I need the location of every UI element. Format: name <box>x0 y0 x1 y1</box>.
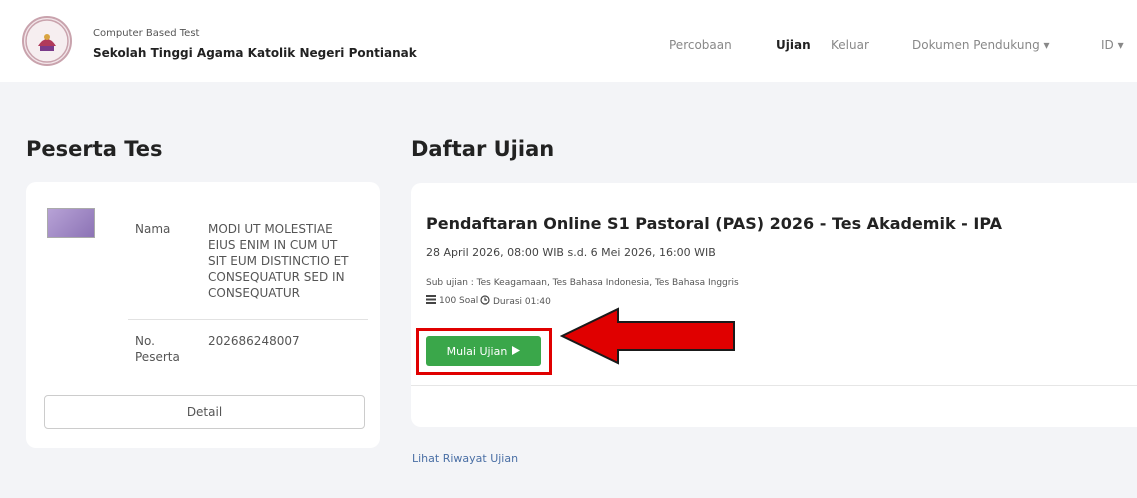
name-label: Nama <box>135 222 171 236</box>
name-line-4: CONSEQUATUR SED IN <box>208 270 345 284</box>
brand-title: Sekolah Tinggi Agama Katolik Negeri Pont… <box>93 46 417 60</box>
start-exam-label: Mulai Ujian <box>446 344 508 358</box>
nav-keluar[interactable]: Keluar <box>831 38 869 52</box>
question-count-text: 100 Soal <box>439 296 479 306</box>
participant-number-value: 202686248007 <box>208 334 300 348</box>
participant-divider <box>128 319 368 320</box>
name-line-1: MODI UT MOLESTIAE <box>208 222 333 236</box>
nav-language-dropdown[interactable]: ID ▾ <box>1101 38 1124 52</box>
question-count: 100 Soal <box>426 295 478 307</box>
duration-text: Durasi 01:40 <box>493 296 551 307</box>
exam-title: Pendaftaran Online S1 Pastoral (PAS) 202… <box>426 214 1002 233</box>
clock-icon <box>480 295 490 308</box>
play-icon <box>512 345 521 358</box>
participant-heading: Peserta Tes <box>26 137 163 161</box>
participant-number-label-2: Peserta <box>135 350 180 364</box>
name-line-2: EIUS ENIM IN CUM UT <box>208 238 338 252</box>
nav-percobaan[interactable]: Percobaan <box>669 38 732 52</box>
participant-number-label-1: No. <box>135 334 155 348</box>
nav-ujian[interactable]: Ujian <box>776 38 811 52</box>
institution-logo[interactable] <box>22 16 72 66</box>
exam-card-divider <box>411 385 1137 386</box>
list-icon <box>426 295 436 307</box>
exam-date: 28 April 2026, 08:00 WIB s.d. 6 Mei 2026… <box>426 246 716 259</box>
start-exam-button[interactable]: Mulai Ujian <box>426 336 541 366</box>
name-line-5: CONSEQUATUR <box>208 286 300 300</box>
participant-photo <box>47 208 95 238</box>
red-arrow-icon <box>560 307 735 365</box>
top-navbar: Computer Based Test Sekolah Tinggi Agama… <box>0 0 1137 82</box>
exam-sub-tests: Sub ujian : Tes Keagamaan, Tes Bahasa In… <box>426 278 739 288</box>
exam-list-heading: Daftar Ujian <box>411 137 555 161</box>
nav-dokumen-pendukung-dropdown[interactable]: Dokumen Pendukung ▾ <box>912 38 1050 52</box>
brand-subtitle: Computer Based Test <box>93 28 200 39</box>
exam-duration: Durasi 01:40 <box>480 295 551 308</box>
detail-button[interactable]: Detail <box>44 395 365 429</box>
name-line-3: SIT EUM DISTINCTIO ET <box>208 254 349 268</box>
exam-history-link[interactable]: Lihat Riwayat Ujian <box>412 452 518 465</box>
